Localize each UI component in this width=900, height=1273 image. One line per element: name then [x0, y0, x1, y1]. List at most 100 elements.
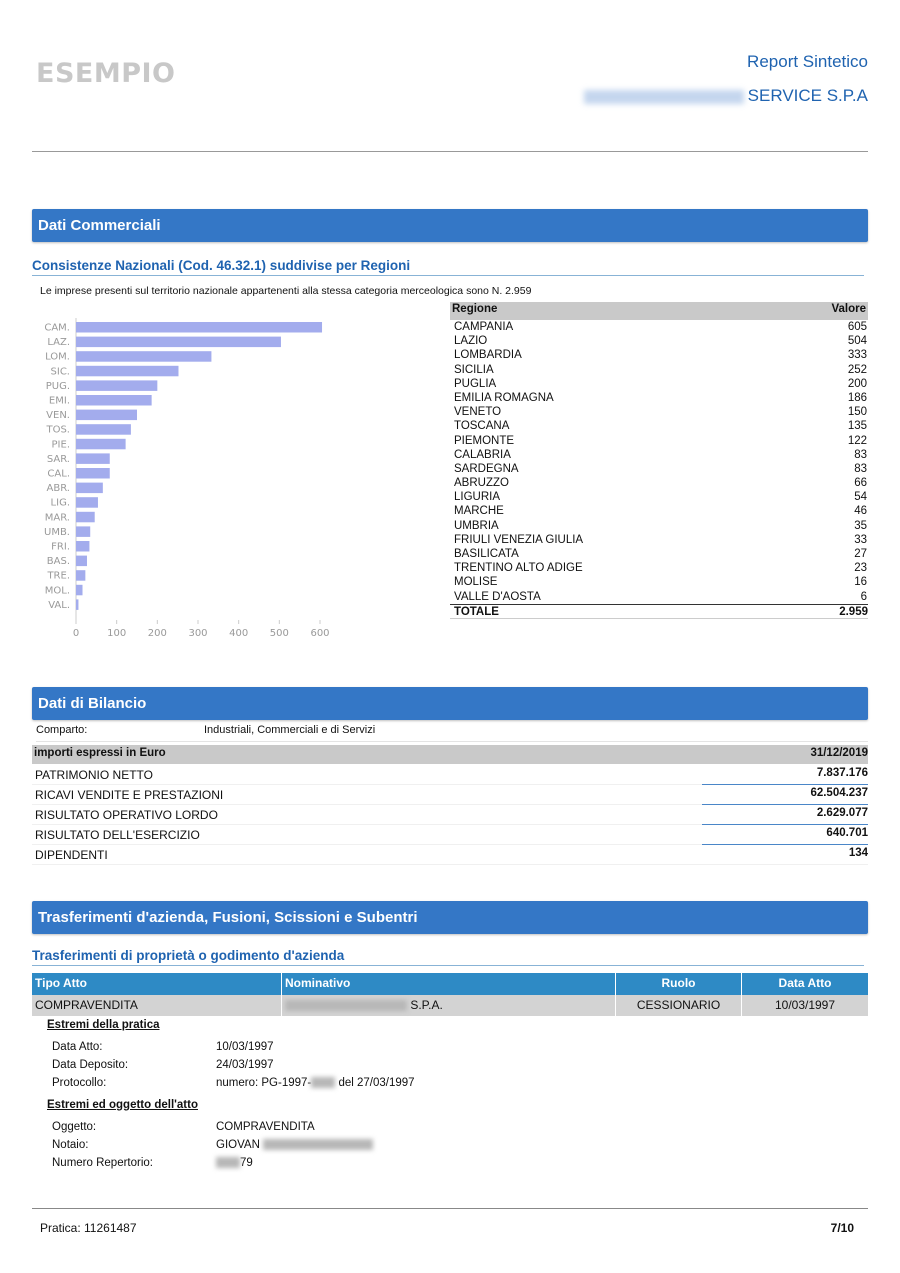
table-row: TRENTINO ALTO ADIGE 23	[450, 561, 868, 575]
region-name: MARCHE	[454, 505, 504, 518]
category-label: TOS.	[45, 425, 70, 436]
bilancio-header: importi espressi in Euro 31/12/2019	[32, 745, 868, 764]
protocollo-prefix: numero: PG-1997-	[216, 1077, 312, 1089]
bar	[76, 409, 137, 421]
region-value: 83	[854, 462, 867, 475]
table-row: ABRUZZO 66	[450, 476, 868, 490]
bilancio-row-label: RISULTATO OPERATIVO LORDO	[35, 808, 218, 822]
subtitle-trasferimenti: Trasferimenti di proprietà o godimento d…	[32, 948, 864, 966]
category-label: CAM.	[44, 323, 70, 334]
bar	[76, 336, 281, 348]
trasferimenti-table-header: Tipo Atto Nominativo Ruolo Data Atto	[32, 973, 868, 995]
region-name: CAMPANIA	[454, 321, 514, 333]
region-value: 54	[854, 491, 867, 504]
regions-table-body: CAMPANIA 605 LAZIO 504 LOMBARDIA 333 SICILIA 25…	[450, 320, 868, 604]
bar	[76, 380, 158, 391]
table-row: MOLISE 16	[450, 575, 868, 589]
region-name: EMILIA ROMAGNA	[454, 391, 554, 404]
cell-nominativo: S.P.A.	[282, 995, 616, 1016]
company-name: SERVICE S.P.A	[583, 86, 868, 106]
x-tick-label: 100	[107, 628, 126, 639]
region-name: LOMBARDIA	[454, 349, 522, 362]
nominativo-visible: S.P.A.	[410, 998, 443, 1012]
x-tick-label: 300	[188, 628, 207, 639]
repertorio-visible: 79	[240, 1157, 253, 1169]
bilancio-row-label: PATRIMONIO NETTO	[35, 768, 154, 782]
table-row: VALLE D'AOSTA 6	[450, 590, 868, 604]
bar	[76, 482, 103, 494]
bar	[76, 541, 90, 552]
category-label: VEN.	[46, 410, 70, 421]
category-label: PIE.	[52, 439, 70, 450]
header-regione: Regione	[452, 303, 498, 315]
redacted-text	[263, 1139, 374, 1151]
region-value: 46	[854, 505, 867, 518]
protocollo-suffix: del 27/03/1997	[335, 1077, 415, 1089]
redacted-text	[583, 89, 744, 104]
bar	[76, 424, 131, 435]
x-tick-label: 500	[270, 628, 289, 639]
category-label: LOM.	[45, 352, 70, 363]
region-value: 186	[847, 391, 867, 404]
table-row: FRIULI VENEZIA GIULIA 33	[450, 533, 868, 547]
table-row: SARDEGNA 83	[450, 462, 868, 476]
table-row: LIGURIA 54	[450, 490, 868, 504]
redacted-text	[285, 1000, 407, 1012]
detail-value: 10/03/1997	[216, 1041, 274, 1053]
table-row: COMPRAVENDITA S.P.A. CESSIONARIO 10/03/1…	[32, 995, 868, 1016]
page-number: 7/10	[830, 1221, 854, 1235]
bar	[76, 438, 126, 450]
table-row: CALABRIA 83	[450, 448, 868, 462]
category-label: VAL.	[48, 600, 70, 611]
footer-pratica: Pratica: 11261487	[40, 1221, 137, 1235]
category-label: CAL.	[47, 469, 70, 480]
detail-value: GIOVAN	[216, 1139, 374, 1151]
bilancio-row-label: RISULTATO DELL'ESERCIZIO	[35, 828, 200, 842]
bilancio-row-value: 134	[848, 847, 868, 859]
report-title: Report Sintetico	[747, 52, 868, 71]
table-row: TOSCANA 135	[450, 419, 868, 433]
bar	[76, 395, 152, 406]
bar	[76, 555, 87, 567]
category-label: EMI.	[49, 396, 70, 407]
table-row: PIEMONTE 122	[450, 434, 868, 448]
region-name: BASILICATA	[454, 548, 519, 560]
region-value: 23	[854, 562, 867, 575]
bilancio-row-label: RICAVI VENDITE E PRESTAZIONI	[35, 788, 224, 802]
region-value: 252	[847, 363, 867, 376]
category-label: UMB.	[44, 527, 70, 538]
bar	[76, 497, 98, 508]
comparto-value: Industriali, Commerciali e di Servizi	[204, 724, 376, 736]
detail-label: Notaio:	[52, 1139, 89, 1151]
detail-label: Numero Repertorio:	[52, 1157, 153, 1169]
subtitle-consistenze: Consistenze Nazionali (Cod. 46.32.1) sud…	[32, 258, 864, 276]
bar	[76, 453, 110, 464]
detail-label: Protocollo:	[52, 1077, 107, 1089]
region-value: 6	[860, 590, 867, 603]
region-name: UMBRIA	[454, 519, 499, 532]
region-name: VALLE D'AOSTA	[454, 590, 541, 603]
bilancio-row: RISULTATO OPERATIVO LORDO 2.629.077	[32, 805, 868, 825]
x-tick-label: 0	[73, 628, 79, 639]
bilancio-row: RICAVI VENDITE E PRESTAZIONI 62.504.237	[32, 785, 868, 805]
company-name-visible: SERVICE S.P.A	[747, 86, 868, 105]
bar	[76, 570, 86, 581]
region-value: 122	[847, 434, 867, 447]
section-title-trasferimenti: Trasferimenti d'azienda, Fusioni, Scissi…	[32, 901, 868, 934]
region-name: MOLISE	[454, 576, 498, 589]
table-row: PUGLIA 200	[450, 377, 868, 391]
table-row: MARCHE 46	[450, 504, 868, 518]
category-label: ABR.	[47, 483, 70, 494]
region-value: 135	[847, 420, 867, 433]
table-row: UMBRIA 35	[450, 519, 868, 533]
bilancio-row: DIPENDENTI 134	[32, 845, 868, 865]
region-name: FRIULI VENEZIA GIULIA	[454, 533, 584, 546]
notaio-visible: GIOVAN	[216, 1139, 260, 1151]
total-label: TOTALE	[454, 605, 499, 618]
bar	[76, 365, 179, 377]
category-label: MOL.	[45, 585, 70, 596]
region-value: 16	[854, 576, 867, 589]
comparto-label: Comparto:	[36, 724, 88, 736]
bar	[76, 351, 212, 362]
detail-label: Oggetto:	[52, 1121, 97, 1133]
